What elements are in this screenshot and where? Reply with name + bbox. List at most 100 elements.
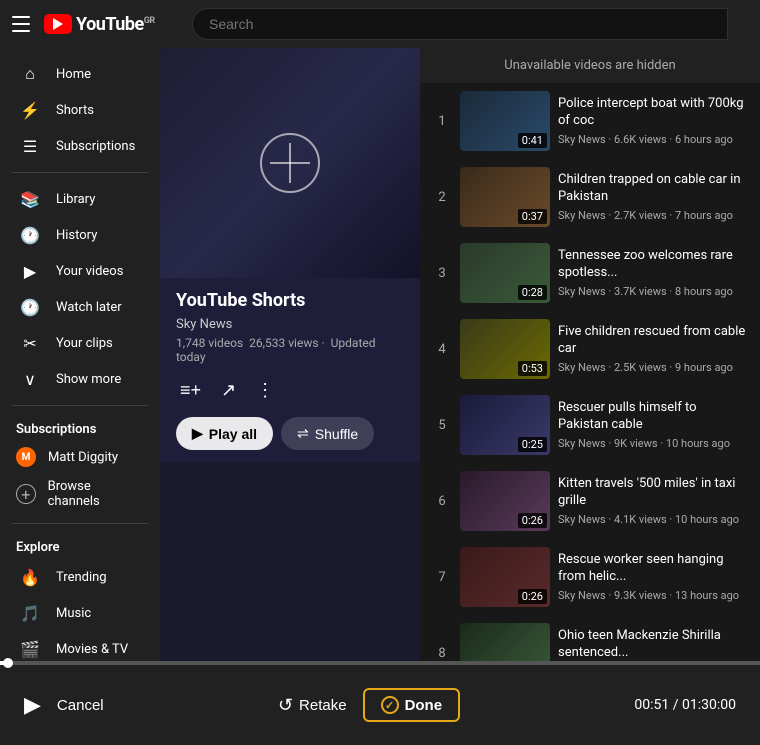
video-list-item[interactable]: 4 0:53 Five children rescued from cable … <box>420 311 760 387</box>
sidebar-item-show-more[interactable]: ∨ Show more <box>4 361 156 397</box>
add-channel-icon: + <box>16 484 36 504</box>
video-duration: 0:53 <box>518 361 547 376</box>
video-thumbnail: 0:41 <box>460 91 550 151</box>
sidebar: ⌂ Home ⚡ Shorts ☰ Subscriptions 📚 Librar… <box>0 48 160 661</box>
video-list-panel: Unavailable videos are hidden 1 0:41 Pol… <box>420 48 760 661</box>
search-input[interactable] <box>192 8 728 40</box>
playlist-actions: ≡+ ↗ ⋮ <box>176 376 404 405</box>
done-button[interactable]: ✓ Done <box>363 688 461 722</box>
video-channel-info: Sky News · 2.5K views · 9 hours ago <box>558 361 748 374</box>
sidebar-item-trending[interactable]: 🔥 Trending <box>4 559 156 595</box>
add-to-queue-button[interactable]: ≡+ <box>176 376 205 405</box>
progress-bar[interactable] <box>0 661 760 665</box>
thumbnail-overlay <box>160 48 420 278</box>
playback-time: 00:51 / 01:30:00 <box>634 697 736 713</box>
playlist-panel: YouTube Shorts Sky News 1,748 videos 26,… <box>160 48 420 661</box>
bottom-center: ↺ Retake ✓ Done <box>278 688 460 722</box>
sidebar-item-label: History <box>56 228 97 243</box>
topbar-left: YouTubeGR <box>12 12 172 36</box>
video-details: Rescue worker seen hanging from helic...… <box>558 552 748 603</box>
video-details: Police intercept boat with 700kg of coc … <box>558 96 748 147</box>
video-number: 1 <box>432 114 452 129</box>
youtube-logo[interactable]: YouTubeGR <box>44 14 155 35</box>
video-list-item[interactable]: 7 0:26 Rescue worker seen hanging from h… <box>420 539 760 615</box>
done-check-icon: ✓ <box>381 696 399 714</box>
video-list-item[interactable]: 1 0:41 Police intercept boat with 700kg … <box>420 83 760 159</box>
video-list-item[interactable]: 8 0:44 Ohio teen Mackenzie Shirilla sent… <box>420 615 760 661</box>
sidebar-item-shorts[interactable]: ⚡ Shorts <box>4 92 156 128</box>
sidebar-item-matt-diggity[interactable]: M Matt Diggity <box>0 441 160 473</box>
sidebar-item-label: Movies & TV <box>56 642 128 657</box>
video-list-item[interactable]: 6 0:26 Kitten travels '500 miles' in tax… <box>420 463 760 539</box>
sidebar-item-label: Subscriptions <box>56 139 135 154</box>
video-thumbnail: 0:25 <box>460 395 550 455</box>
video-thumbnail: 0:28 <box>460 243 550 303</box>
sidebar-item-browse-channels[interactable]: + Browse channels <box>0 473 160 515</box>
video-list-item[interactable]: 2 0:37 Children trapped on cable car in … <box>420 159 760 235</box>
sidebar-item-label: Trending <box>56 570 107 585</box>
bottom-controls: ▶ Cancel ↺ Retake ✓ Done 00:51 / 01:30:0… <box>0 665 760 745</box>
sidebar-item-label: Your videos <box>56 264 123 279</box>
share-button[interactable]: ↗ <box>217 376 240 405</box>
video-channel-info: Sky News · 3.7K views · 8 hours ago <box>558 285 748 298</box>
video-duration: 0:41 <box>518 133 547 148</box>
search-bar <box>192 8 728 40</box>
trending-icon: 🔥 <box>20 567 40 587</box>
home-icon: ⌂ <box>20 64 40 84</box>
video-thumbnail: 0:37 <box>460 167 550 227</box>
video-number: 7 <box>432 570 452 585</box>
video-list-container: 1 0:41 Police intercept boat with 700kg … <box>420 83 760 661</box>
music-icon: 🎵 <box>20 603 40 623</box>
sidebar-item-label: Show more <box>56 372 121 387</box>
video-title: Five children rescued from cable car <box>558 324 748 358</box>
yt-logo-icon <box>44 14 72 34</box>
browse-channels-label: Browse channels <box>48 479 144 509</box>
video-details: Ohio teen Mackenzie Shirilla sentenced..… <box>558 628 748 661</box>
video-number: 4 <box>432 342 452 357</box>
playlist-title: YouTube Shorts <box>176 290 404 311</box>
sidebar-item-label: Home <box>56 67 91 82</box>
video-list-item[interactable]: 3 0:28 Tennessee zoo welcomes rare spotl… <box>420 235 760 311</box>
retake-button[interactable]: ↺ Retake <box>278 695 347 716</box>
sidebar-item-your-clips[interactable]: ✂ Your clips <box>4 325 156 361</box>
content-area: YouTube Shorts Sky News 1,748 videos 26,… <box>160 48 760 661</box>
video-details: Children trapped on cable car in Pakista… <box>558 172 748 223</box>
video-duration: 0:26 <box>518 589 547 604</box>
subscription-label: Matt Diggity <box>48 450 118 465</box>
video-thumb-bg <box>460 623 550 661</box>
sidebar-item-library[interactable]: 📚 Library <box>4 181 156 217</box>
subscriptions-section-title: Subscriptions <box>0 414 160 441</box>
library-icon: 📚 <box>20 189 40 209</box>
video-title: Rescue worker seen hanging from helic... <box>558 552 748 586</box>
yt-logo-text: YouTubeGR <box>76 14 155 35</box>
sidebar-item-label: Shorts <box>56 103 94 118</box>
sidebar-item-watch-later[interactable]: 🕐 Watch later <box>4 289 156 325</box>
video-title: Children trapped on cable car in Pakista… <box>558 172 748 206</box>
play-all-button[interactable]: ▶ Play all <box>176 417 273 450</box>
hamburger-menu-icon[interactable] <box>12 12 36 36</box>
more-options-button[interactable]: ⋮ <box>252 376 278 405</box>
sidebar-item-history[interactable]: 🕐 History <box>4 217 156 253</box>
cancel-button[interactable]: Cancel <box>57 697 104 714</box>
play-button[interactable]: ▶ <box>24 692 41 718</box>
main-container: ⌂ Home ⚡ Shorts ☰ Subscriptions 📚 Librar… <box>0 48 760 661</box>
sidebar-item-music[interactable]: 🎵 Music <box>4 595 156 631</box>
shuffle-button[interactable]: ⇌ Shuffle <box>281 417 374 450</box>
sidebar-item-home[interactable]: ⌂ Home <box>4 56 156 92</box>
sidebar-item-subscriptions[interactable]: ☰ Subscriptions <box>4 128 156 164</box>
playlist-meta: 1,748 videos 26,533 views · Updated toda… <box>176 336 404 364</box>
sidebar-item-movies-tv[interactable]: 🎬 Movies & TV <box>4 631 156 661</box>
sidebar-item-your-videos[interactable]: ▶ Your videos <box>4 253 156 289</box>
video-details: Tennessee zoo welcomes rare spotless... … <box>558 248 748 299</box>
video-number: 5 <box>432 418 452 433</box>
video-thumbnail: 0:53 <box>460 319 550 379</box>
movies-tv-icon: 🎬 <box>20 639 40 659</box>
your-videos-icon: ▶ <box>20 261 40 281</box>
video-number: 6 <box>432 494 452 509</box>
video-list-item[interactable]: 5 0:25 Rescuer pulls himself to Pakistan… <box>420 387 760 463</box>
sidebar-divider-3 <box>12 523 148 524</box>
video-thumbnail: 0:44 <box>460 623 550 661</box>
avatar: M <box>16 447 36 467</box>
sidebar-divider-2 <box>12 405 148 406</box>
video-number: 2 <box>432 190 452 205</box>
